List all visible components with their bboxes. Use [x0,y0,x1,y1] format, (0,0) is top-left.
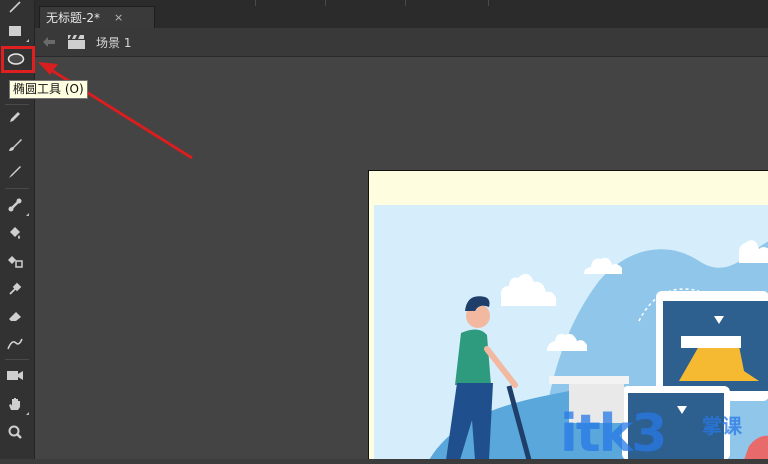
paint-bucket-icon [10,227,20,239]
document-tab-bar: 无标题-2* × [35,6,768,28]
paint-bucket-tool[interactable] [4,222,26,244]
scene-bar: 场景 1 [35,28,768,57]
close-tab-icon[interactable]: × [114,11,123,24]
ink-bottle-tool[interactable] [4,250,26,272]
width-tool[interactable] [4,333,26,355]
camera-tool[interactable] [4,364,26,386]
eyedropper-tool[interactable] [4,278,26,300]
rectangle-tool[interactable] [4,20,29,42]
clapperboard-icon [68,35,85,49]
watermark-badge: 掌课 [702,414,742,438]
pencil-icon [10,112,20,122]
paintbrush-icon [9,139,22,151]
ink-bottle-icon [8,256,23,268]
tool-tooltip: 椭圆工具 (O) [9,80,88,99]
hand-tool[interactable] [4,393,29,415]
document-tab-title: 无标题-2* [46,11,100,25]
bone-tool[interactable] [4,194,29,216]
line-icon [9,1,21,13]
eraser-icon [9,312,21,321]
back-arrow-icon[interactable] [43,37,55,47]
brush-icon [9,166,21,178]
document-tab[interactable]: 无标题-2* × [39,6,155,28]
scene-label[interactable]: 场景 1 [96,34,131,51]
paintbrush-tool[interactable] [4,134,26,156]
brush-tool[interactable] [4,161,26,183]
bone-icon [8,198,22,212]
eraser-tool[interactable] [4,305,26,327]
rectangle-icon [9,26,21,36]
zoom-icon [8,425,22,439]
watermark: itk3 [560,404,667,464]
oval-tool-highlight [1,46,35,73]
eyedropper-icon [9,282,22,295]
pencil-tool[interactable] [4,106,26,128]
camera-icon [7,371,23,380]
zoom-tool[interactable] [4,421,26,443]
line-tool[interactable] [4,0,26,18]
hand-icon [9,398,20,410]
width-tool-icon [7,338,23,350]
